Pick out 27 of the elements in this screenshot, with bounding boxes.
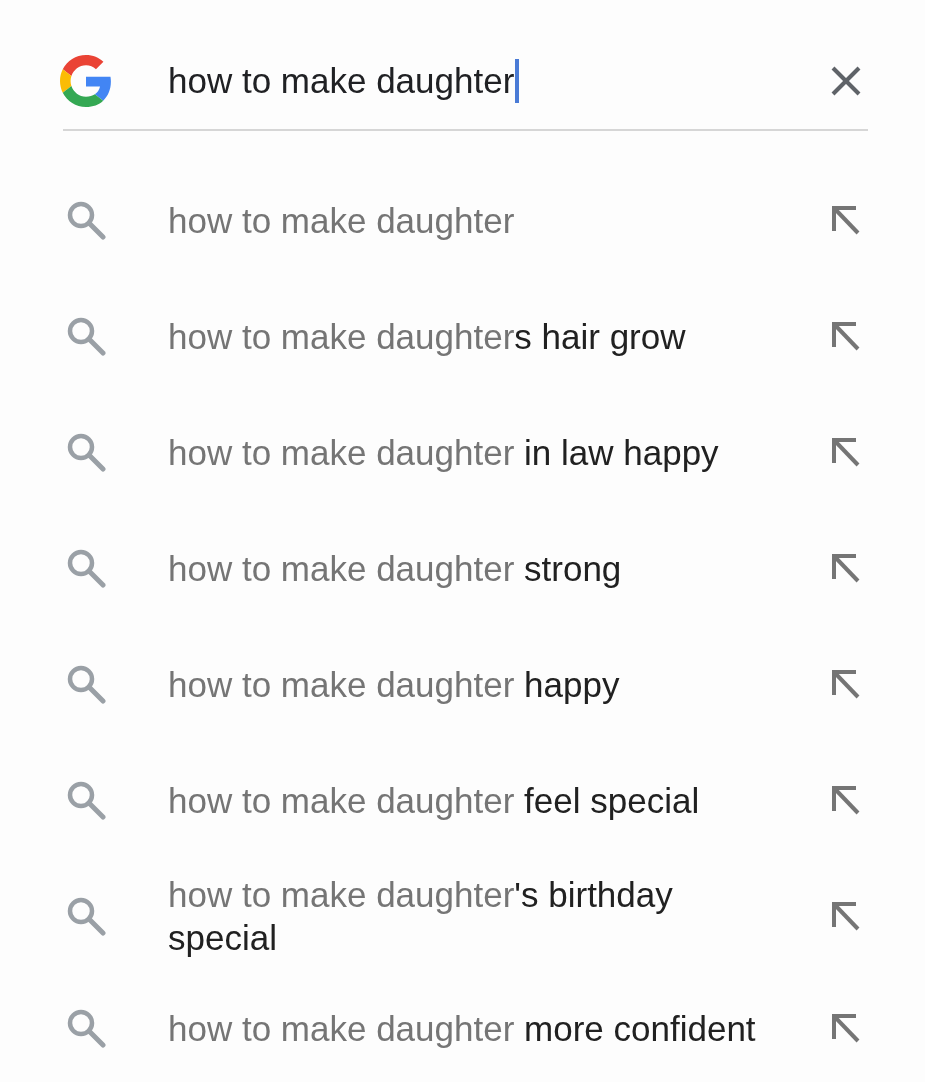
search-icon	[66, 896, 106, 936]
search-icon	[66, 1008, 106, 1048]
arrow-up-left-icon	[830, 1012, 860, 1044]
suggestion-text[interactable]: how to make daughters hair grow	[168, 314, 686, 358]
search-icon	[66, 780, 106, 820]
suggestion-text[interactable]: how to make daughter feel special	[168, 778, 700, 822]
suggestion-text[interactable]: how to make daughter	[168, 198, 515, 242]
suggestion-text[interactable]: how to make daughter happy	[168, 662, 620, 706]
arrow-up-left-icon	[830, 204, 860, 236]
search-icon	[66, 432, 106, 472]
arrow-up-left-icon	[830, 900, 860, 932]
arrow-up-left-icon	[830, 784, 860, 816]
search-icon	[66, 664, 106, 704]
suggestion-text[interactable]: how to make daughter's birthday special	[168, 873, 773, 959]
search-icon	[66, 316, 106, 356]
close-icon	[830, 65, 862, 97]
suggestion-text[interactable]: how to make daughter strong	[168, 546, 622, 590]
arrow-up-left-icon	[830, 668, 860, 700]
arrow-up-left-icon	[830, 552, 860, 584]
search-icon	[66, 200, 106, 240]
arrow-up-left-icon	[830, 320, 860, 352]
search-icon	[66, 548, 106, 588]
g-logo-icon	[60, 55, 112, 107]
arrow-up-left-icon	[830, 436, 860, 468]
suggestion-text[interactable]: how to make daughter more confident	[168, 1006, 756, 1050]
suggestion-text[interactable]: how to make daughter in law happy	[168, 430, 719, 474]
search-field[interactable]: how to make daughter	[168, 55, 826, 107]
